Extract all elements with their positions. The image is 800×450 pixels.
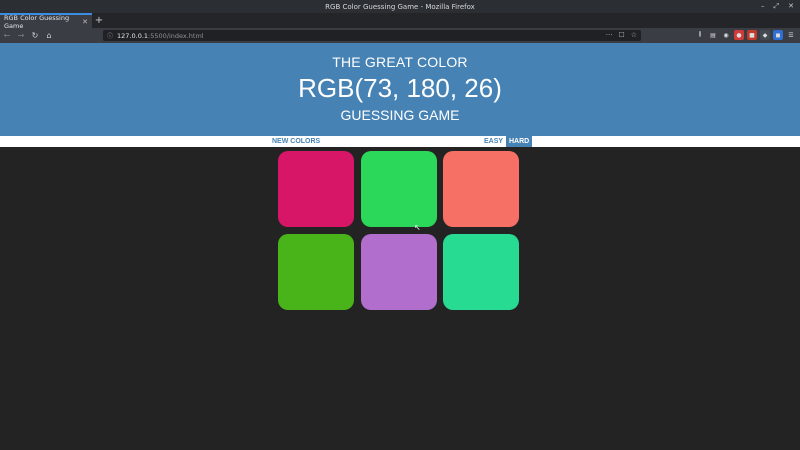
url-host: 127.0.0.1 xyxy=(117,31,149,40)
maximize-icon[interactable]: ⤢ xyxy=(774,2,780,11)
title-top: THE GREAT COLOR xyxy=(332,54,468,70)
sidebar-icon[interactable]: ▤ xyxy=(708,30,718,40)
extension-blue-icon[interactable]: ◼ xyxy=(773,30,783,40)
color-square-3[interactable] xyxy=(443,151,519,227)
title-bottom: GUESSING GAME xyxy=(340,107,460,123)
close-tab-icon[interactable]: ✕ xyxy=(82,18,88,26)
tab-strip: RGB Color Guessing Game ✕ + xyxy=(0,13,800,30)
hard-mode-button[interactable]: HARD xyxy=(506,136,533,147)
close-window-icon[interactable]: ✕ xyxy=(788,2,794,11)
color-square-1[interactable] xyxy=(278,151,354,227)
extension-red-icon[interactable]: ● xyxy=(734,30,744,40)
new-tab-button[interactable]: + xyxy=(92,13,106,28)
reload-icon[interactable]: ↻ xyxy=(28,28,42,43)
window-titlebar: RGB Color Guessing Game - Mozilla Firefo… xyxy=(0,0,800,13)
mouse-cursor-icon: ↖ xyxy=(414,223,421,232)
pocket-icon[interactable]: ☐ xyxy=(618,31,624,39)
url-path: :5500/index.html xyxy=(148,31,204,40)
back-icon[interactable]: ← xyxy=(0,28,14,43)
site-info-icon[interactable]: ⓘ xyxy=(107,31,113,40)
window-title: RGB Color Guessing Game - Mozilla Firefo… xyxy=(325,2,475,11)
color-square-6[interactable] xyxy=(443,234,519,310)
forward-icon[interactable]: → xyxy=(14,28,28,43)
home-icon[interactable]: ⌂ xyxy=(42,28,56,43)
color-square-5[interactable] xyxy=(361,234,437,310)
easy-mode-button[interactable]: EASY xyxy=(481,136,506,147)
new-colors-button[interactable]: NEW COLORS xyxy=(269,136,323,147)
url-bar[interactable]: ⓘ 127.0.0.1 :5500/index.html ··· ☐ ☆ xyxy=(103,30,641,41)
tab-rgb-game[interactable]: RGB Color Guessing Game ✕ xyxy=(0,13,92,30)
control-stripe: NEW COLORS EASY HARD xyxy=(0,136,800,147)
menu-icon[interactable]: ☰ xyxy=(786,30,796,40)
game-header: THE GREAT COLOR RGB(73, 180, 26) GUESSIN… xyxy=(0,43,800,136)
library-icon[interactable]: ⫼ xyxy=(695,30,705,40)
navigation-bar: ← → ↻ ⌂ ⓘ 127.0.0.1 :5500/index.html ···… xyxy=(0,28,800,43)
bookmark-star-icon[interactable]: ☆ xyxy=(631,31,637,39)
toolbar-icons: ⫼ ▤ ◉ ● ■ ◆ ◼ ☰ xyxy=(695,30,796,40)
page-actions-icon[interactable]: ··· xyxy=(606,31,613,39)
page-content: THE GREAT COLOR RGB(73, 180, 26) GUESSIN… xyxy=(0,43,800,450)
extension-adblock-icon[interactable]: ■ xyxy=(747,30,757,40)
account-icon[interactable]: ◉ xyxy=(721,30,731,40)
color-square-2[interactable] xyxy=(361,151,437,227)
extension-dark-icon[interactable]: ◆ xyxy=(760,30,770,40)
minimize-icon[interactable]: – xyxy=(761,2,765,11)
rgb-display: RGB(73, 180, 26) xyxy=(298,73,502,103)
window-controls: – ⤢ ✕ xyxy=(761,2,794,11)
color-square-4[interactable] xyxy=(278,234,354,310)
